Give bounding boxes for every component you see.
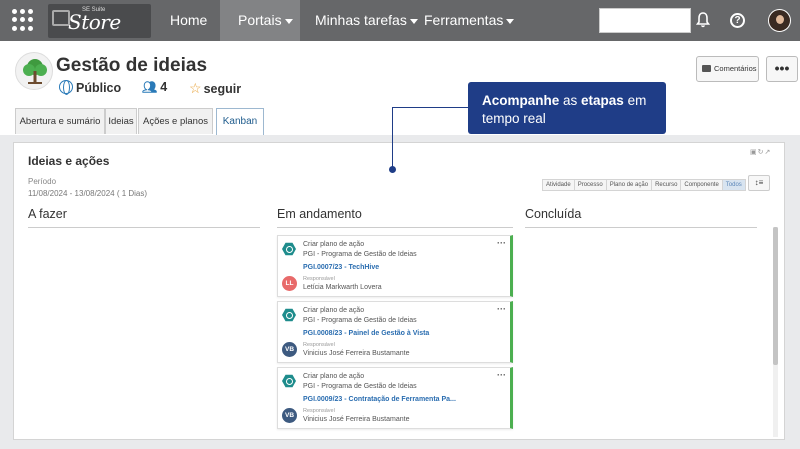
filter-atividade[interactable]: Atividade	[542, 179, 575, 191]
tree-icon	[15, 52, 53, 90]
tab-ideias[interactable]: Ideias	[105, 108, 137, 134]
chevron-down-icon	[409, 18, 418, 24]
filter-plano-de-acao[interactable]: Plano de ação	[605, 179, 653, 191]
more-options-button[interactable]: •••	[766, 56, 798, 82]
comment-icon[interactable]: ▣	[750, 149, 758, 156]
chevron-down-icon	[506, 18, 515, 24]
card-type: Criar plano de ação	[303, 373, 365, 380]
card-code-link[interactable]: PGI.0007/23 - TechHive	[303, 264, 379, 271]
callout-pointer-dot	[389, 166, 396, 173]
filter-todos[interactable]: Todos	[721, 179, 746, 191]
card-program: PGI - Programa de Gestão de Ideias	[303, 251, 417, 258]
nav-portais[interactable]: Portais	[220, 0, 300, 41]
card-type: Criar plano de ação	[303, 241, 365, 248]
kanban-card[interactable]: Criar plano de ação PGI - Programa de Ge…	[277, 301, 513, 363]
column-divider	[277, 227, 513, 228]
panel-tools[interactable]: ▣↻↗	[750, 148, 771, 156]
tab-kanban[interactable]: Kanban	[216, 108, 264, 135]
comments-button[interactable]: Comentários	[696, 56, 759, 82]
responsible-label: Responsável	[303, 276, 335, 282]
follow-button[interactable]: ☆ seguir	[189, 80, 241, 97]
responsible-name: Letícia Markwarth Lovera	[303, 284, 382, 291]
card-code-link[interactable]: PGI.0008/23 - Painel de Gestão à Vista	[303, 330, 429, 337]
card-program: PGI - Programa de Gestão de Ideias	[303, 317, 417, 324]
card-menu-button[interactable]: ···	[497, 370, 506, 380]
panel-title: Ideias e ações	[28, 154, 110, 168]
apps-grid-icon[interactable]	[12, 9, 34, 31]
card-type: Criar plano de ação	[303, 307, 365, 314]
page-header: Gestão de ideias Público 👥︎ 4 ☆ seguir Com…	[0, 41, 800, 135]
responsible-avatar: VB	[282, 408, 297, 423]
action-plan-icon	[282, 308, 296, 322]
store-base-logo[interactable]: SE Suite Store Base	[48, 4, 151, 38]
comment-icon	[702, 65, 711, 72]
column-title-concluida: Concluída	[525, 207, 582, 221]
card-code-link[interactable]: PGI.0009/23 - Contratação de Ferramenta …	[303, 396, 456, 403]
kanban-panel: Ideias e ações ▣↻↗ Período 11/08/2024 - …	[13, 142, 785, 440]
nav-ferramentas[interactable]: Ferramentas	[424, 0, 515, 41]
period-label: Período	[28, 177, 57, 186]
refresh-icon[interactable]: ↻	[758, 149, 765, 156]
card-program: PGI - Programa de Gestão de Ideias	[303, 383, 417, 390]
callout-leader-line	[392, 107, 468, 108]
chevron-down-icon	[284, 18, 293, 24]
responsible-name: Vinicius José Ferreira Bustamante	[303, 416, 410, 423]
responsible-avatar: VB	[282, 342, 297, 357]
column-divider	[525, 227, 757, 228]
responsible-avatar: LL	[282, 276, 297, 291]
card-menu-button[interactable]: ···	[497, 238, 506, 248]
responsible-name: Vinicius José Ferreira Bustamante	[303, 350, 410, 357]
column-title-a-fazer: A fazer	[28, 207, 67, 221]
globe-icon	[59, 80, 73, 95]
page-title: Gestão de ideias	[56, 55, 208, 76]
tutorial-callout: Acompanhe as etapas em tempo real	[468, 82, 666, 134]
star-icon: ☆	[189, 80, 202, 96]
column-divider	[28, 227, 260, 228]
filter-componente[interactable]: Componente	[680, 179, 723, 191]
bell-icon[interactable]	[696, 12, 710, 28]
responsible-label: Responsável	[303, 342, 335, 348]
filter-recurso[interactable]: Recurso	[651, 179, 682, 191]
tab-abertura-e-sumario[interactable]: Abertura e sumário	[15, 108, 105, 134]
search-input[interactable]	[599, 8, 691, 33]
logo-text: Store Base	[68, 10, 121, 38]
top-navigation-bar: SE Suite Store Base Home Portais Minhas …	[0, 0, 800, 41]
nav-home[interactable]: Home	[170, 0, 207, 41]
visibility-indicator: Público	[59, 80, 121, 95]
people-icon: 👥︎	[142, 80, 158, 94]
responsible-label: Responsável	[303, 408, 335, 414]
nav-minhas-tarefas[interactable]: Minhas tarefas	[315, 0, 418, 41]
filter-group: Atividade Processo Plano de ação Recurso…	[542, 179, 746, 191]
column-title-em-andamento: Em andamento	[277, 207, 362, 221]
scrollbar-thumb[interactable]	[773, 227, 778, 365]
tab-acoes-e-planos[interactable]: Ações e planos	[138, 108, 213, 134]
sort-button[interactable]: ↕≡	[748, 175, 770, 191]
period-value: 11/08/2024 - 13/08/2024 ( 1 Dias)	[28, 189, 148, 198]
kanban-card[interactable]: Criar plano de ação PGI - Programa de Ge…	[277, 235, 513, 297]
card-menu-button[interactable]: ···	[497, 304, 506, 314]
members-count[interactable]: 👥︎ 4	[142, 80, 167, 94]
callout-leader-line	[392, 107, 393, 169]
expand-icon[interactable]: ↗	[765, 149, 772, 156]
action-plan-icon	[282, 242, 296, 256]
filter-processo[interactable]: Processo	[573, 179, 607, 191]
action-plan-icon	[282, 374, 296, 388]
help-icon[interactable]: ?	[730, 13, 745, 28]
user-avatar[interactable]	[768, 9, 791, 32]
kanban-card[interactable]: Criar plano de ação PGI - Programa de Ge…	[277, 367, 513, 429]
